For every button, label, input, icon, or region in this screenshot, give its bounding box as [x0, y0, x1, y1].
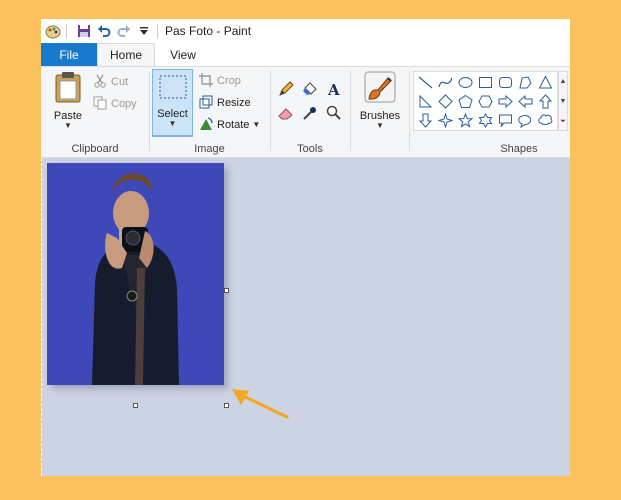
- polygon-shape-icon[interactable]: [516, 73, 535, 92]
- tab-file[interactable]: File: [41, 43, 97, 66]
- fill-bucket-icon[interactable]: [300, 79, 320, 99]
- right-arrow-shape-icon[interactable]: [496, 92, 515, 111]
- shapes-group-label: Shapes: [500, 143, 538, 155]
- quick-access-toolbar: [41, 19, 163, 43]
- divider: [157, 24, 158, 38]
- tools-group-label: Tools: [297, 143, 323, 155]
- hexagon-shape-icon[interactable]: [476, 92, 495, 111]
- cloud-callout-shape-icon[interactable]: [536, 111, 555, 130]
- crop-button[interactable]: Crop: [199, 72, 241, 90]
- diamond-shape-icon[interactable]: [436, 92, 455, 111]
- annotation-arrow-icon: [232, 389, 289, 419]
- rotate-icon: [199, 116, 217, 134]
- resize-handle-right[interactable]: [224, 288, 229, 293]
- chevron-down-icon: ▼: [168, 119, 177, 128]
- title-bar: Pas Foto - Paint: [41, 19, 570, 43]
- left-arrow-shape-icon[interactable]: [516, 92, 535, 111]
- brushes-group: Brushes ▼: [350, 67, 409, 157]
- resize-icon: [199, 95, 217, 112]
- canvas-workspace[interactable]: [41, 158, 570, 476]
- rectangular-selection-icon: [158, 74, 188, 103]
- pentagon-shape-icon[interactable]: [456, 92, 475, 111]
- pencil-icon[interactable]: [276, 79, 296, 99]
- up-arrow-shape-icon[interactable]: [536, 92, 555, 111]
- ribbon: Paste ▼ Cut Copy Clipboard Select ▼ Crop…: [41, 66, 570, 158]
- redo-icon[interactable]: [116, 23, 132, 39]
- shapes-gallery: [413, 71, 558, 131]
- line-shape-icon[interactable]: [416, 73, 435, 92]
- resize-button[interactable]: Resize: [199, 94, 251, 112]
- down-arrow-shape-icon[interactable]: [416, 111, 435, 130]
- undo-icon[interactable]: [96, 23, 112, 39]
- rotate-button[interactable]: Rotate ▼: [199, 116, 260, 134]
- image-group-label: Image: [194, 143, 225, 155]
- scroll-up-icon[interactable]: ▲: [559, 72, 567, 92]
- triangle-shape-icon[interactable]: [536, 73, 555, 92]
- color-picker-icon[interactable]: [300, 103, 320, 123]
- shapes-group: ▲ ▼ ⏷ Shapes: [409, 67, 570, 157]
- scroll-down-icon[interactable]: ▼: [559, 92, 567, 112]
- divider: [41, 158, 42, 476]
- six-point-star-shape-icon[interactable]: [476, 111, 495, 130]
- tab-view[interactable]: View: [155, 43, 211, 66]
- five-point-star-shape-icon[interactable]: [456, 111, 475, 130]
- chevron-down-icon: ▼: [376, 121, 384, 130]
- text-tool-icon[interactable]: A: [324, 79, 344, 99]
- image-group: Select ▼ Crop Resize Rotate ▼ Image: [41, 67, 270, 157]
- chevron-down-icon: ▼: [252, 120, 261, 129]
- save-icon[interactable]: [76, 23, 92, 39]
- brush-icon: [364, 71, 396, 106]
- resize-label: Resize: [217, 97, 251, 109]
- crop-label: Crop: [217, 75, 241, 87]
- window-title: Pas Foto - Paint: [165, 24, 252, 38]
- person-photo: [47, 163, 224, 385]
- curve-shape-icon[interactable]: [436, 73, 455, 92]
- divider: [66, 24, 67, 38]
- expand-gallery-icon[interactable]: ⏷: [559, 112, 567, 132]
- magnifier-icon[interactable]: [324, 103, 344, 123]
- shapes-scrollbar[interactable]: ▲ ▼ ⏷: [558, 71, 568, 131]
- select-button[interactable]: Select ▼: [152, 69, 193, 136]
- paint-window: Pas Foto - Paint File Home View Paste ▼ …: [41, 19, 570, 476]
- four-point-star-shape-icon[interactable]: [436, 111, 455, 130]
- svg-text:A: A: [327, 81, 340, 97]
- oval-callout-shape-icon[interactable]: [516, 111, 535, 130]
- canvas-image[interactable]: [47, 163, 224, 385]
- rectangle-shape-icon[interactable]: [476, 73, 495, 92]
- rounded-rectangle-shape-icon[interactable]: [496, 73, 515, 92]
- crop-icon: [199, 72, 217, 90]
- tab-home[interactable]: Home: [97, 43, 155, 66]
- right-triangle-shape-icon[interactable]: [416, 92, 435, 111]
- ribbon-tabs: File Home View: [41, 43, 570, 66]
- eraser-icon[interactable]: [276, 103, 296, 123]
- customize-toolbar-icon[interactable]: [136, 23, 152, 39]
- brushes-button[interactable]: Brushes ▼: [355, 71, 405, 130]
- tools-group: A Tools: [270, 67, 350, 157]
- resize-handle-bottom[interactable]: [133, 403, 138, 408]
- paint-app-icon: [45, 23, 61, 39]
- oval-shape-icon[interactable]: [456, 73, 475, 92]
- rotate-label: Rotate: [217, 119, 250, 131]
- divider: [152, 136, 193, 137]
- rectangular-callout-shape-icon[interactable]: [496, 111, 515, 130]
